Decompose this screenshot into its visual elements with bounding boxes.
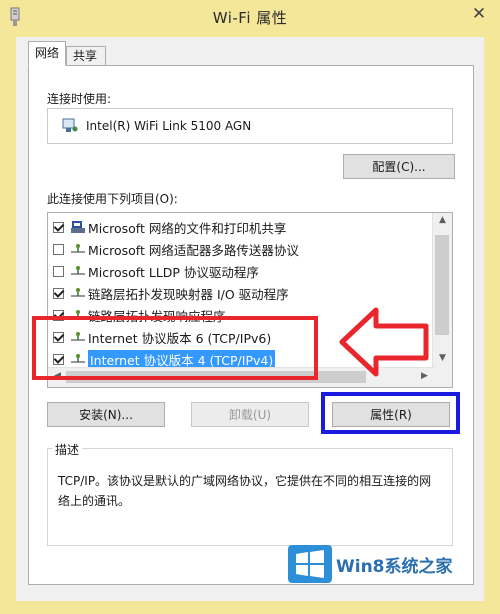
window-title: Wi-Fi 属性 [212, 8, 288, 27]
list-item-label: 链路层拓扑发现映射器 I/O 驱动程序 [88, 286, 289, 302]
item-checkbox[interactable] [53, 265, 64, 277]
title-bar: Wi-Fi 属性 ✕ [0, 0, 500, 34]
item-checkbox[interactable] [53, 287, 64, 299]
close-icon: ✕ [471, 4, 487, 24]
vertical-scroll-thumb[interactable] [435, 235, 449, 335]
protocol-icon [71, 288, 85, 297]
items-label: 此连接使用下列项目(O): [47, 192, 178, 206]
printer-share-icon [71, 221, 85, 233]
list-item[interactable]: Microsoft LLDP 协议驱动程序 [48, 260, 433, 282]
item-checkbox[interactable] [53, 221, 64, 233]
tab-network-label: 网络 [35, 46, 60, 60]
adapter-field: Intel(R) WiFi Link 5100 AGN [47, 108, 453, 144]
list-item-label: Microsoft LLDP 协议驱动程序 [88, 264, 259, 280]
configure-button-label: 配置(C)... [372, 160, 426, 174]
description-title: 描述 [52, 441, 83, 458]
blue-highlight-box [321, 392, 460, 434]
vertical-scrollbar[interactable]: ▲ ▼ [432, 213, 452, 368]
adapter-name: Intel(R) WiFi Link 5100 AGN [86, 119, 252, 133]
list-item-label: Microsoft 网络的文件和打印机共享 [88, 220, 287, 236]
protocol-icon [71, 244, 85, 253]
description-text: TCP/IP。该协议是默认的广域网络协议，它提供在不同的相互连接的网络上的通讯。 [58, 474, 432, 508]
configure-button[interactable]: 配置(C)... [343, 154, 455, 179]
watermark: Win8系统之家 [288, 540, 488, 588]
uninstall-button[interactable]: 卸载(U) [191, 402, 309, 427]
list-item[interactable]: Microsoft 网络适配器多路传送器协议 [48, 238, 433, 260]
install-button-label: 安装(N)... [79, 408, 133, 422]
description-group: 描述 TCP/IP。该协议是默认的广域网络协议，它提供在不同的相互连接的网络上的… [47, 441, 453, 546]
list-item-label: Microsoft 网络适配器多路传送器协议 [88, 242, 299, 258]
protocol-icon [71, 266, 85, 275]
uninstall-button-label: 卸载(U) [228, 408, 272, 422]
install-button[interactable]: 安装(N)... [47, 402, 165, 427]
item-checkbox[interactable] [53, 243, 64, 255]
window-frame: Wi-Fi 属性 ✕ 网络 共享 连接时使用: Intel(R) WiFi Li… [0, 0, 500, 614]
close-button[interactable]: ✕ [464, 2, 494, 26]
connect-using-label: 连接时使用: [47, 92, 112, 106]
list-item[interactable]: 链路层拓扑发现映射器 I/O 驱动程序 [48, 282, 433, 304]
wifi-adapter-icon [10, 7, 20, 26]
scroll-up-icon[interactable]: ▲ [434, 215, 451, 225]
red-arrow-icon [339, 307, 429, 377]
tab-sharing[interactable]: 共享 [66, 46, 106, 66]
list-item[interactable]: Microsoft 网络的文件和打印机共享 [48, 216, 433, 238]
scrollbar-corner [433, 368, 452, 387]
windows-logo-icon [288, 545, 332, 583]
tab-network[interactable]: 网络 [28, 41, 66, 66]
red-highlight-box [32, 316, 318, 380]
tab-sharing-label: 共享 [73, 49, 98, 63]
watermark-text: Win8系统之家 [336, 556, 453, 577]
network-adapter-icon [62, 118, 78, 132]
scroll-down-icon[interactable]: ▼ [434, 353, 451, 363]
